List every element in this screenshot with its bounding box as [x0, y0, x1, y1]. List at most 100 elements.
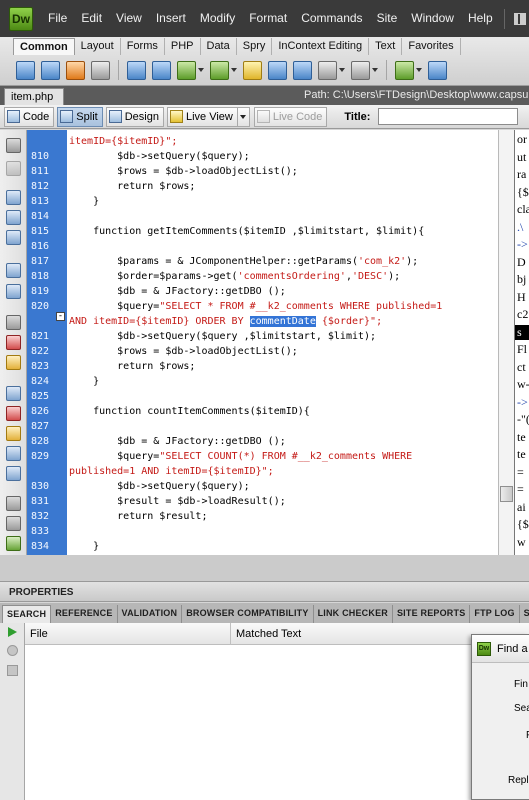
- images-dropdown-icon[interactable]: [198, 68, 204, 72]
- indent-code-icon[interactable]: [6, 496, 21, 511]
- code-editor[interactable]: itemID={$itemID}"; $db->setQuery($query)…: [67, 130, 498, 555]
- title-input[interactable]: [378, 108, 519, 125]
- email-link-icon[interactable]: [41, 60, 60, 80]
- select-parent-tag-icon[interactable]: [6, 263, 21, 278]
- tab-reference[interactable]: REFERENCE: [51, 605, 118, 623]
- live-view-text: te: [517, 447, 526, 461]
- code-line: $rows = $db->loadObjectList();: [69, 164, 298, 179]
- insert-tab-favorites[interactable]: Favorites: [402, 38, 461, 55]
- document-tab-item-php[interactable]: item.php: [4, 88, 64, 105]
- tab-search[interactable]: SEARCH: [2, 605, 52, 623]
- balance-braces-icon[interactable]: [6, 284, 21, 299]
- format-source-code-icon[interactable]: [6, 536, 21, 551]
- column-divider[interactable]: [230, 623, 231, 645]
- tab-ftp-log[interactable]: FTP LOG: [470, 605, 520, 623]
- path-value: C:\Users\FTDesign\Desktop\www.capsula: [332, 89, 529, 101]
- tab-validation[interactable]: VALIDATION: [118, 605, 183, 623]
- collapse-full-tag-icon[interactable]: [6, 190, 21, 205]
- tab-site-reports[interactable]: SITE REPORTS: [393, 605, 471, 623]
- code-collapse-toggle[interactable]: -: [56, 312, 65, 321]
- insert-tab-spry[interactable]: Spry: [237, 38, 273, 55]
- insert-tab-forms[interactable]: Forms: [121, 38, 165, 55]
- named-anchor-icon[interactable]: [66, 60, 85, 80]
- menu-window[interactable]: Window: [404, 0, 461, 37]
- images-icon[interactable]: [177, 60, 196, 80]
- apply-comment-icon[interactable]: [6, 386, 21, 401]
- server-side-include-icon[interactable]: [268, 60, 287, 80]
- recent-snippets-icon[interactable]: [6, 446, 21, 461]
- menu-site[interactable]: Site: [370, 0, 405, 37]
- split-view-label: Split: [76, 110, 98, 123]
- stop-icon[interactable]: [7, 645, 18, 656]
- column-file[interactable]: File: [30, 628, 48, 640]
- menu-view[interactable]: View: [109, 0, 149, 37]
- templates-dropdown-icon[interactable]: [416, 68, 422, 72]
- dialog-title-bar[interactable]: Dw Find a: [472, 635, 529, 663]
- highlight-invalid-code-icon[interactable]: [6, 335, 21, 350]
- menu-modify[interactable]: Modify: [193, 0, 242, 37]
- save-report-icon[interactable]: [7, 665, 18, 676]
- media-dropdown-icon[interactable]: [231, 68, 237, 72]
- live-view-pane[interactable]: or ut ra {$ cla .\ -> Dbj Hc2 s Fl ct w- -> -"(te te = = a…: [514, 130, 529, 555]
- move-css-icon[interactable]: [6, 466, 21, 481]
- code-icon: [7, 110, 20, 123]
- scrollbar-thumb[interactable]: [500, 486, 513, 502]
- wrap-tag-icon[interactable]: [6, 426, 21, 441]
- script-dropdown-icon[interactable]: [372, 68, 378, 72]
- tab-server-debug[interactable]: S: [520, 605, 529, 623]
- date-icon[interactable]: [243, 60, 262, 80]
- code-token: $db = & JFactory::getDBO ();: [69, 436, 286, 447]
- menu-file[interactable]: File: [41, 0, 74, 37]
- insert-tab-common[interactable]: Common: [13, 38, 75, 55]
- insert-div-icon[interactable]: [152, 60, 171, 80]
- templates-icon[interactable]: [395, 60, 414, 80]
- table-icon[interactable]: [127, 60, 146, 80]
- tag-chooser-icon[interactable]: [428, 60, 447, 80]
- design-view-button[interactable]: Design: [105, 106, 164, 127]
- split-view-button[interactable]: Split: [57, 106, 103, 127]
- open-documents-icon[interactable]: [6, 138, 21, 153]
- code-token: 'commentsOrdering': [237, 271, 346, 282]
- head-dropdown-icon[interactable]: [339, 68, 345, 72]
- tab-browser-compatibility[interactable]: BROWSER COMPATIBILITY: [182, 605, 314, 623]
- code-token: $db = & JFactory::getDBO ();: [69, 286, 286, 297]
- results-panel-tabs: SEARCH REFERENCE VALIDATION BROWSER COMP…: [0, 603, 529, 623]
- column-matched-text[interactable]: Matched Text: [236, 628, 301, 640]
- menu-edit[interactable]: Edit: [74, 0, 109, 37]
- live-view-dropdown-icon[interactable]: [236, 106, 250, 127]
- hyperlink-icon[interactable]: [16, 60, 35, 80]
- insert-tab-data[interactable]: Data: [201, 38, 237, 55]
- properties-panel-header[interactable]: PROPERTIES: [0, 582, 529, 602]
- live-view-button[interactable]: Live View: [166, 106, 238, 127]
- script-icon[interactable]: [351, 60, 370, 80]
- line-numbers-icon[interactable]: [6, 315, 21, 330]
- menu-insert[interactable]: Insert: [149, 0, 193, 37]
- menu-commands[interactable]: Commands: [294, 0, 369, 37]
- code-view-button[interactable]: Code: [4, 106, 55, 127]
- insert-tab-text[interactable]: Text: [369, 38, 403, 55]
- show-code-navigator-icon[interactable]: [6, 161, 21, 176]
- line-number: 830: [31, 481, 50, 492]
- menu-format[interactable]: Format: [242, 0, 294, 37]
- media-icon[interactable]: [210, 60, 229, 80]
- play-icon[interactable]: [8, 627, 17, 637]
- insert-tab-php[interactable]: PHP: [165, 38, 201, 55]
- head-icon[interactable]: [318, 60, 337, 80]
- design-icon: [108, 110, 122, 123]
- horizontal-rule-icon[interactable]: [91, 60, 110, 80]
- comment-icon[interactable]: [293, 60, 312, 80]
- workspace-layout-icon[interactable]: [513, 12, 526, 25]
- live-code-button[interactable]: Live Code: [253, 106, 328, 127]
- remove-comment-icon[interactable]: [6, 406, 21, 421]
- expand-all-icon[interactable]: [6, 230, 21, 245]
- title-label: Title:: [344, 110, 371, 123]
- insert-tab-incontext-editing[interactable]: InContext Editing: [272, 38, 370, 55]
- collapse-selection-icon[interactable]: [6, 210, 21, 225]
- menu-help[interactable]: Help: [461, 0, 500, 37]
- insert-tab-layout[interactable]: Layout: [75, 38, 121, 55]
- code-vertical-scrollbar[interactable]: [498, 130, 514, 555]
- toolbar-separator: [118, 60, 119, 80]
- tab-link-checker[interactable]: LINK CHECKER: [314, 605, 393, 623]
- syntax-error-alerts-icon[interactable]: [6, 355, 21, 370]
- outdent-code-icon[interactable]: [6, 516, 21, 531]
